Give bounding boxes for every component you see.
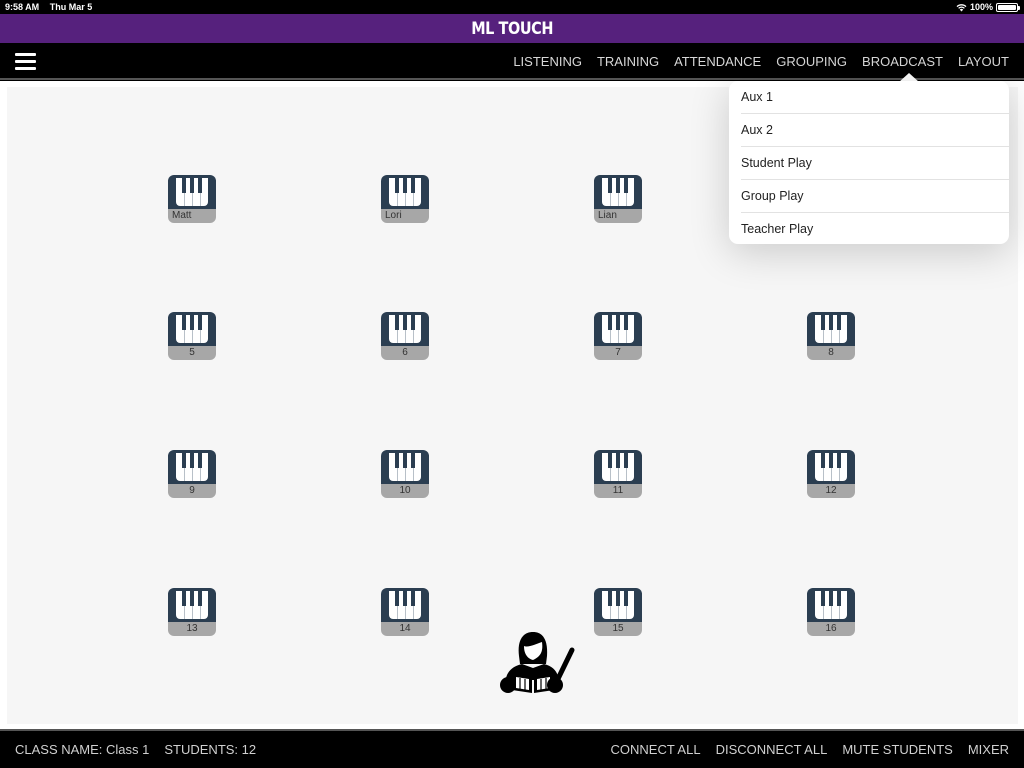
station-label: 5 [168,346,216,360]
status-date: Thu Mar 5 [49,2,93,12]
piano-keyboard-icon [168,588,216,622]
student-station[interactable]: 16 [807,588,855,636]
nav-item-listening[interactable]: LISTENING [513,54,582,69]
nav-menu: LISTENING TRAINING ATTENDANCE GROUPING B… [513,43,1009,80]
student-station[interactable]: Lori [381,175,429,223]
station-label: 12 [807,484,855,498]
battery-percent: 100% [969,2,993,12]
student-station[interactable]: 8 [807,312,855,360]
station-label: 14 [381,622,429,636]
piano-keyboard-icon [168,312,216,346]
student-station[interactable]: 11 [594,450,642,498]
station-label: 7 [594,346,642,360]
student-station[interactable]: 7 [594,312,642,360]
station-label: 10 [381,484,429,498]
nav-item-grouping[interactable]: GROUPING [776,54,847,69]
student-station[interactable]: Matt [168,175,216,223]
status-right: 100% [956,2,1020,12]
student-station[interactable]: 13 [168,588,216,636]
piano-keyboard-icon [381,450,429,484]
piano-keyboard-icon [381,588,429,622]
station-label: 9 [168,484,216,498]
piano-keyboard-icon [594,175,642,209]
footer-actions: CONNECT ALL DISCONNECT ALL MUTE STUDENTS… [611,731,1010,768]
nav-item-attendance[interactable]: ATTENDANCE [674,54,761,69]
student-station[interactable]: Lian [594,175,642,223]
broadcast-item-aux-2[interactable]: Aux 2 [729,114,1009,147]
students-count-label: STUDENTS: 12 [164,742,257,757]
mixer-button[interactable]: MIXER [968,742,1009,757]
broadcast-item-teacher-play[interactable]: Teacher Play [729,213,1009,246]
status-left: 9:58 AM Thu Mar 5 [5,2,100,12]
title-bar: ML TOUCH [0,14,1024,43]
station-label: Lian [594,209,642,223]
piano-keyboard-icon [807,312,855,346]
hamburger-menu-icon[interactable] [15,53,36,70]
piano-keyboard-icon [594,450,642,484]
broadcast-dropdown: Aux 1 Aux 2 Student Play Group Play Teac… [729,81,1009,244]
nav-bar: LISTENING TRAINING ATTENDANCE GROUPING B… [0,43,1024,80]
broadcast-item-aux-1[interactable]: Aux 1 [729,81,1009,114]
nav-item-layout[interactable]: LAYOUT [958,54,1009,69]
wifi-icon [956,3,967,11]
broadcast-item-group-play[interactable]: Group Play [729,180,1009,213]
station-label: 15 [594,622,642,636]
status-time: 9:58 AM [5,2,40,12]
battery-icon [996,2,1020,12]
station-label: 13 [168,622,216,636]
class-info: CLASS NAME: Class 1 STUDENTS: 12 [15,731,256,768]
station-label: 8 [807,346,855,360]
class-name-label: CLASS NAME: Class 1 [15,742,150,757]
piano-keyboard-icon [381,175,429,209]
student-station[interactable]: 10 [381,450,429,498]
station-label: 16 [807,622,855,636]
student-station[interactable]: 9 [168,450,216,498]
station-label: Lori [381,209,429,223]
broadcast-item-student-play[interactable]: Student Play [729,147,1009,180]
nav-item-training[interactable]: TRAINING [597,54,659,69]
footer-bar: CLASS NAME: Class 1 STUDENTS: 12 CONNECT… [0,729,1024,768]
teacher-conductor-icon[interactable] [498,630,576,696]
connect-all-button[interactable]: CONNECT ALL [611,742,701,757]
piano-keyboard-icon [168,450,216,484]
station-label: 11 [594,484,642,498]
student-station[interactable]: 5 [168,312,216,360]
nav-item-broadcast[interactable]: BROADCAST [862,54,943,69]
disconnect-all-button[interactable]: DISCONNECT ALL [716,742,828,757]
student-station[interactable]: 6 [381,312,429,360]
student-station[interactable]: 12 [807,450,855,498]
app-title: ML TOUCH [471,18,553,39]
piano-keyboard-icon [381,312,429,346]
student-station[interactable]: 14 [381,588,429,636]
station-label: Matt [168,209,216,223]
piano-keyboard-icon [168,175,216,209]
status-bar: 9:58 AM Thu Mar 5 100% [0,0,1024,14]
mute-students-button[interactable]: MUTE STUDENTS [842,742,953,757]
piano-keyboard-icon [594,588,642,622]
piano-keyboard-icon [594,312,642,346]
piano-keyboard-icon [807,588,855,622]
station-label: 6 [381,346,429,360]
student-station[interactable]: 15 [594,588,642,636]
piano-keyboard-icon [807,450,855,484]
